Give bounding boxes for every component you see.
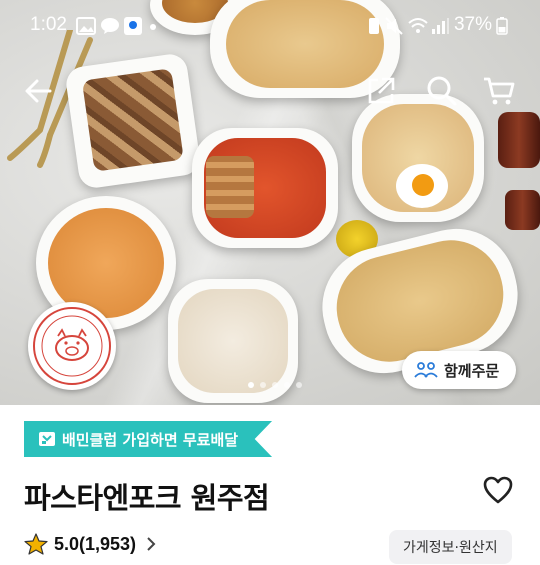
store-title: 파스타엔포크 원주점 [24, 481, 270, 515]
dish-steak-bites [64, 52, 202, 190]
wifi-icon [408, 18, 428, 33]
carousel-indicator [248, 382, 302, 388]
talk-icon [101, 18, 119, 34]
club-badge-icon [39, 432, 55, 446]
store-logo [28, 302, 116, 390]
battery-saver-icon [369, 18, 379, 34]
rating-value: 5.0(1,953) [54, 533, 137, 554]
rating-row[interactable]: 5.0(1,953) [24, 533, 156, 555]
status-bar: 1:02 37% [0, 0, 540, 56]
battery-icon [496, 17, 508, 35]
favorite-heart-icon[interactable] [483, 476, 513, 504]
battery-percent: 37% [453, 14, 492, 35]
together-order-button[interactable]: 함께주문 [402, 351, 516, 389]
carousel-dot[interactable] [272, 382, 278, 388]
notification-dot-icon [150, 24, 156, 30]
status-time: 1:02 [30, 14, 67, 35]
gallery-icon [76, 17, 96, 35]
pasta-pork-logo-icon [33, 307, 111, 385]
baemin-club-banner[interactable]: 배민클럽 가입하면 무료배달 [24, 421, 273, 457]
store-info-origin-button[interactable]: 가게정보·원산지 [389, 530, 512, 564]
mute-icon [385, 17, 403, 35]
club-banner-text: 배민클럽 가입하면 무료배달 [62, 430, 239, 449]
carousel-dot[interactable] [260, 382, 266, 388]
together-order-label: 함께주문 [444, 361, 500, 380]
group-people-icon [414, 362, 438, 378]
dish-tomato-pasta [192, 128, 338, 248]
back-arrow-icon[interactable] [22, 74, 56, 108]
store-info-section: 배민클럽 가입하면 무료배달 파스타엔포크 원주점 5.0(1,953) 가게정… [0, 405, 540, 565]
share-icon[interactable] [364, 74, 398, 108]
bottle-decoration [498, 112, 540, 168]
hero-image: 1:02 37% 함께주문 [0, 0, 540, 405]
maps-icon [124, 17, 142, 35]
carousel-dot[interactable] [248, 382, 254, 388]
dish-shrimp-egg-pasta [352, 94, 484, 222]
cart-icon[interactable] [482, 74, 516, 108]
carousel-dot[interactable] [284, 382, 290, 388]
carousel-dot[interactable] [296, 382, 302, 388]
chevron-right-icon [147, 537, 156, 551]
bottle-decoration-2 [505, 190, 540, 230]
star-icon [24, 533, 48, 555]
signal-icon [432, 18, 449, 34]
search-icon[interactable] [425, 74, 459, 108]
